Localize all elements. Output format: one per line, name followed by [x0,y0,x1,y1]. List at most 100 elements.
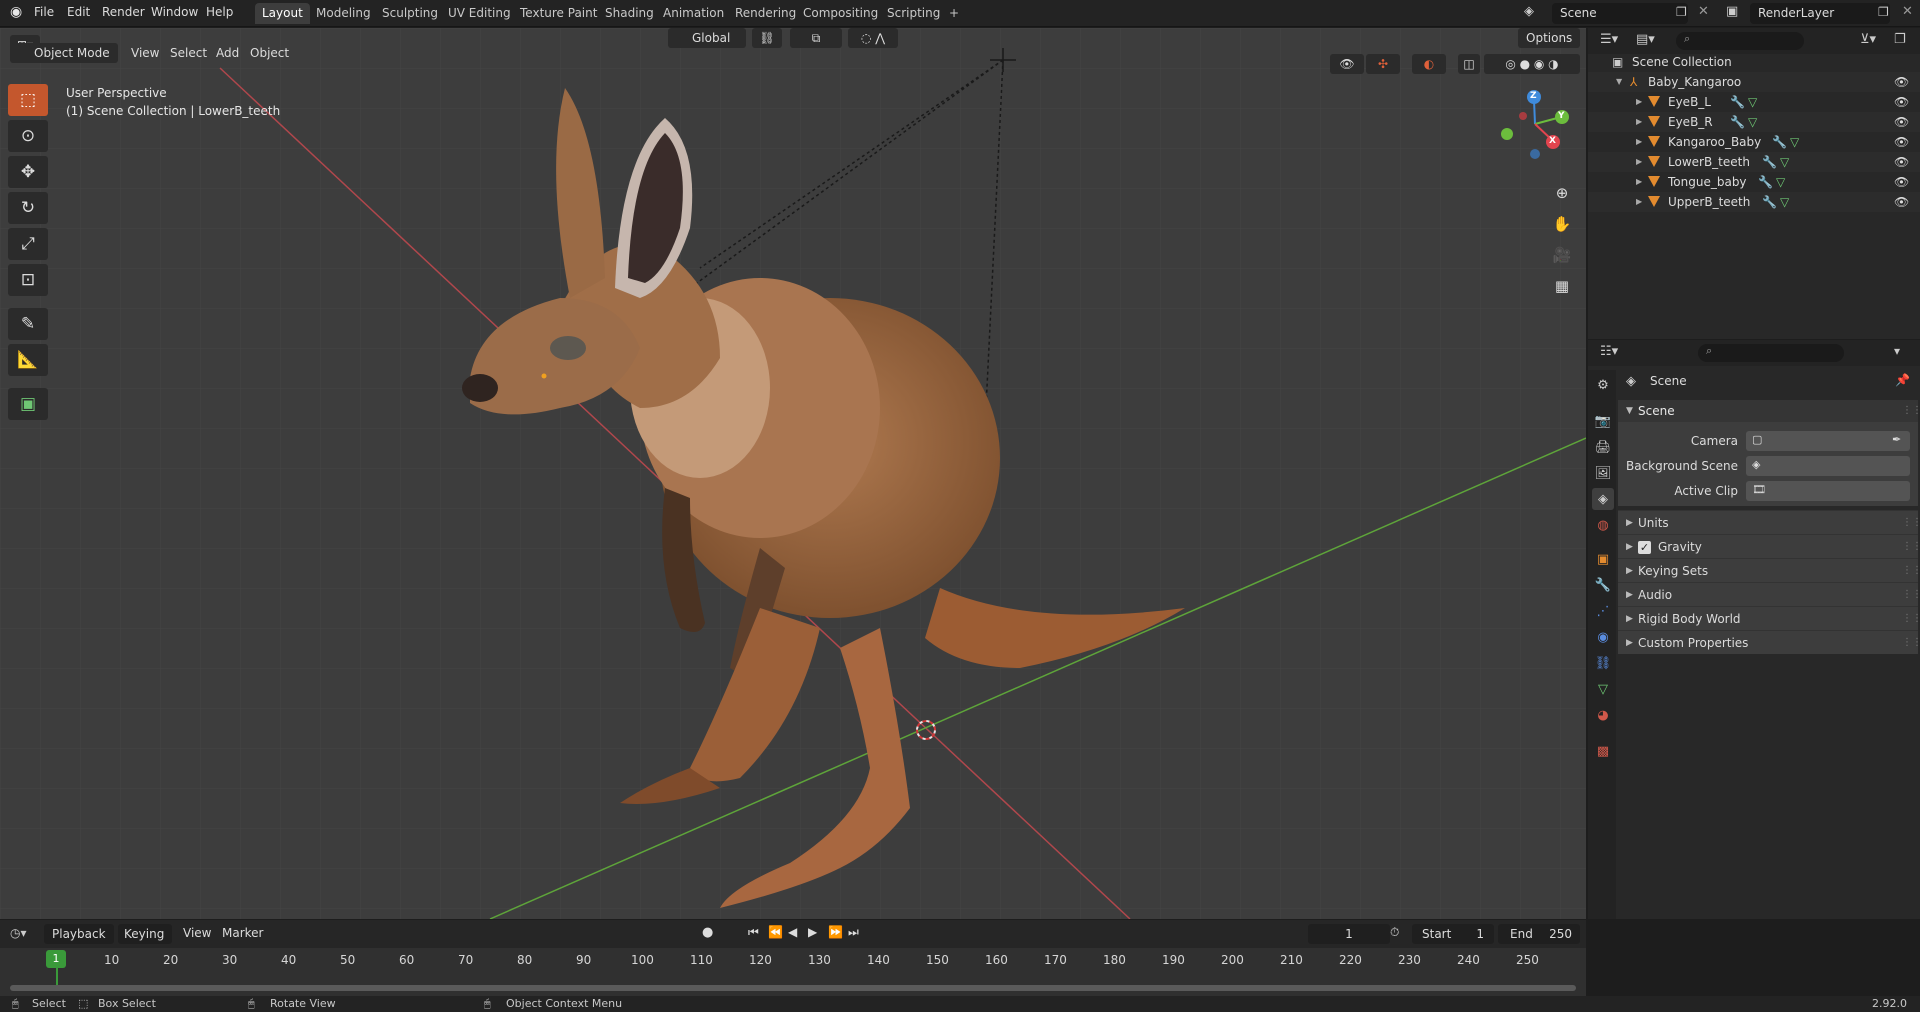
jump-keyframe-forward-icon[interactable]: ⏩ [828,925,843,939]
snap-icon[interactable]: ⧉ [790,28,842,48]
transform-tool-icon[interactable]: ⊡ [8,264,48,296]
collapse-arrow-icon[interactable]: ▼ [1626,400,1633,422]
tab-sculpting[interactable]: Sculpting [375,3,445,24]
viewport-menu-object[interactable]: Object [250,46,289,60]
mesh-data-icon[interactable]: ▽ [1776,172,1785,192]
menu-edit[interactable]: Edit [67,5,90,19]
gizmo-toggle-icon[interactable]: ✣ [1366,54,1400,74]
modifier-wrench-icon[interactable]: 🔧 [1772,132,1787,152]
expand-arrow-icon[interactable]: ▶ [1636,152,1642,172]
outliner-editor-icon[interactable]: ☰▾ [1600,32,1618,47]
jump-start-icon[interactable]: ⏮ [748,925,759,940]
copy-view-layer-icon[interactable]: ❐ [1878,5,1889,19]
timeline-scrollbar[interactable] [10,985,1576,991]
viewport-menu-select[interactable]: Select [170,46,207,60]
drag-handle-icon[interactable]: ⋮⋮ [1902,583,1920,607]
gravity-checkbox[interactable]: ✓ [1638,541,1651,554]
background-scene-field[interactable]: ◈ [1746,456,1910,476]
view-layer-selector[interactable]: RenderLayer [1750,3,1890,24]
jump-end-icon[interactable]: ⏭ [848,925,859,940]
timeline-menu-marker[interactable]: Marker [222,926,263,940]
output-tab-icon[interactable]: 🖨 [1592,436,1614,458]
expand-arrow-icon[interactable]: ▶ [1626,607,1633,631]
custom-properties-subpanel[interactable]: ▶ Custom Properties ⋮⋮ [1618,630,1920,654]
visibility-eye-icon[interactable]: 👁 [1894,152,1909,172]
preview-range-icon[interactable]: ⏱ [1390,925,1399,940]
record-button-icon[interactable]: ● [702,925,713,940]
end-frame-field[interactable]: End 250 [1498,924,1580,944]
outliner-row-upperb-teeth[interactable]: ▶ UpperB_teeth 🔧 ▽ 👁 [1588,192,1920,212]
expand-arrow-icon[interactable]: ▶ [1636,192,1642,212]
visibility-eye-icon[interactable]: 👁 [1894,112,1909,132]
start-frame-field[interactable]: Start 1 [1412,924,1494,944]
viewport-menu-add[interactable]: Add [216,46,239,60]
properties-editor-icon[interactable]: ☷▾ [1600,344,1618,359]
move-tool-icon[interactable]: ✥ [8,156,48,188]
proportional-edit-icon[interactable]: ◌ ⋀ [848,28,898,48]
playback-dropdown[interactable]: Playback [44,924,114,944]
pin-icon[interactable]: 📌 [1895,373,1910,387]
tab-modeling[interactable]: Modeling [309,3,378,24]
tab-uv-editing[interactable]: UV Editing [441,3,518,24]
visibility-eye-icon[interactable]: 👁 [1894,132,1909,152]
tab-animation[interactable]: Animation [656,3,731,24]
mesh-data-icon[interactable]: ▽ [1780,192,1789,212]
modifier-wrench-icon[interactable]: 🔧 [1730,92,1745,112]
menu-render[interactable]: Render [102,5,145,19]
active-clip-field[interactable]: 🎞 [1746,481,1910,501]
playhead[interactable]: 1 [46,950,66,968]
view-layer-tab-icon[interactable]: 🖼 [1592,462,1614,484]
scene-selector[interactable]: Scene [1552,3,1688,24]
units-subpanel[interactable]: ▶ Units ⋮⋮ [1618,510,1920,535]
scene-icon[interactable]: ◈ [1524,4,1534,19]
tool-tab-icon[interactable]: ⚙ [1592,374,1614,396]
outliner-row-eyeb-r[interactable]: ▶ EyeB_R 🔧 ▽ 👁 [1588,112,1920,132]
eyedropper-icon[interactable]: ✒ [1892,433,1901,446]
camera-view-icon[interactable]: 🎥 [1548,241,1576,269]
outliner-filter-icon[interactable]: ⊻▾ [1860,32,1876,47]
outliner-row-eyeb-l[interactable]: ▶ EyeB_L 🔧 ▽ 👁 [1588,92,1920,112]
delete-scene-icon[interactable]: ✕ [1698,4,1709,19]
select-box-tool-icon[interactable]: ⬚ [8,84,48,116]
rigid-body-world-subpanel[interactable]: ▶ Rigid Body World ⋮⋮ [1618,606,1920,631]
pan-hand-icon[interactable]: ✋ [1548,210,1576,238]
scene-tab-icon[interactable]: ◈ [1592,488,1614,510]
scale-tool-icon[interactable]: ⤢ [8,228,48,260]
ortho-grid-icon[interactable]: ▦ [1548,272,1576,300]
outliner-row-baby-kangaroo[interactable]: ▼ ⅄ Baby_Kangaroo 👁 [1588,72,1920,92]
outliner-row-scene-collection[interactable]: ▣ Scene Collection [1588,52,1920,72]
gravity-subpanel[interactable]: ▶ ✓ Gravity ⋮⋮ [1618,534,1920,559]
xray-icon[interactable]: ◫ [1458,54,1480,74]
modifier-wrench-icon[interactable]: 🔧 [1762,192,1777,212]
expand-arrow-icon[interactable]: ▶ [1626,535,1633,559]
keying-dropdown[interactable]: Keying [118,924,172,944]
cursor-tool-icon[interactable]: ⊙ [8,120,48,152]
visibility-eye-icon[interactable]: 👁 [1894,192,1909,212]
zoom-icon[interactable]: ⊕ [1548,179,1576,207]
annotate-tool-icon[interactable]: ✎ [8,308,48,340]
mesh-data-icon[interactable]: ▽ [1748,92,1757,112]
expand-arrow-icon[interactable]: ▶ [1626,511,1633,535]
menu-file[interactable]: File [34,5,54,19]
keying-sets-subpanel[interactable]: ▶ Keying Sets ⋮⋮ [1618,558,1920,583]
visibility-eye-icon[interactable]: 👁 [1894,72,1909,92]
timeline-menu-view[interactable]: View [183,926,211,940]
drag-handle-icon[interactable]: ⋮⋮ [1902,607,1920,631]
overlay-toggle-icon[interactable]: ◐ [1412,54,1446,74]
texture-tab-icon[interactable]: ▩ [1592,740,1614,762]
drag-handle-icon[interactable]: ⋮⋮ [1902,535,1920,559]
expand-arrow-icon[interactable]: ▶ [1636,132,1642,152]
transform-orientation-dropdown[interactable]: Global [668,28,746,48]
view-layer-icon[interactable]: ▣ [1726,4,1738,19]
copy-scene-icon[interactable]: ❐ [1676,5,1687,19]
drag-handle-icon[interactable]: ⋮⋮ [1902,559,1920,583]
rotate-tool-icon[interactable]: ↻ [8,192,48,224]
expand-arrow-icon[interactable]: ▶ [1636,172,1642,192]
pivot-point-icon[interactable]: ⛓ [752,28,782,48]
properties-search-field[interactable]: ⌕ [1698,344,1844,362]
drag-handle-icon[interactable]: ⋮⋮ [1902,400,1920,422]
mesh-data-icon[interactable]: ▽ [1790,132,1799,152]
mesh-data-icon[interactable]: ▽ [1780,152,1789,172]
add-workspace-button[interactable]: + [942,3,966,24]
object-mode-dropdown[interactable]: Object Mode [10,43,118,63]
